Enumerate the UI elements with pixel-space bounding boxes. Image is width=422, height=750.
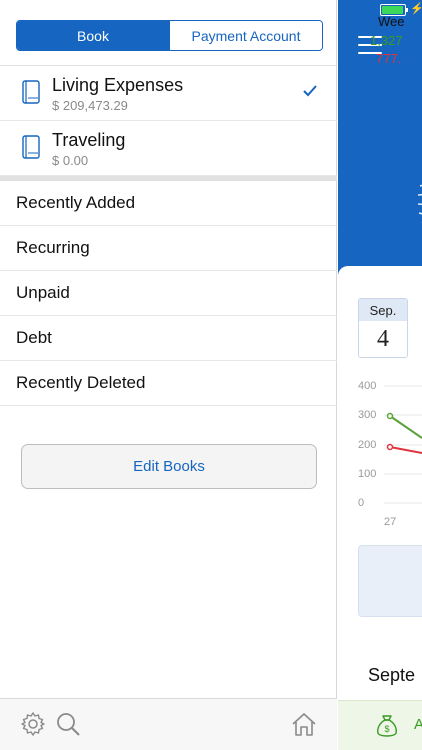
- date-month: Sep.: [359, 299, 407, 321]
- segment-payment-account[interactable]: Payment Account: [169, 21, 322, 50]
- menu-item-unpaid[interactable]: Unpaid: [0, 271, 337, 316]
- checkmark-icon: [303, 85, 317, 97]
- book-icon: [22, 80, 40, 104]
- date-tile[interactable]: Sep. 4: [358, 298, 408, 358]
- book-amount: $ 0.00: [52, 153, 89, 168]
- home-icon[interactable]: [291, 711, 317, 737]
- book-row-living-expenses[interactable]: Living Expenses $ 209,473.29: [0, 66, 337, 121]
- month-title: Septe: [368, 665, 416, 685]
- charging-icon: ⚡: [410, 3, 422, 15]
- book-icon: [22, 135, 40, 159]
- add-transaction-bar[interactable]: $ A: [338, 700, 422, 750]
- income-line: [389, 415, 422, 439]
- date-day: 4: [377, 326, 389, 352]
- book-name: Traveling: [52, 130, 126, 150]
- main-screen: ⚡ Sep. 4 400 300 200 100 0 27 Wee 1,327 …: [338, 0, 422, 750]
- expense-point: [386, 443, 394, 451]
- week-income: 1,327: [370, 33, 403, 48]
- menu-item-recently-added[interactable]: Recently Added: [0, 181, 337, 226]
- book-list: Living Expenses $ 209,473.29 Traveling $…: [0, 65, 337, 176]
- drawer-bottom-bar: [0, 698, 337, 750]
- money-bag-icon: $: [377, 715, 397, 737]
- menu-item-recently-deleted[interactable]: Recently Deleted: [0, 361, 337, 406]
- segment-book[interactable]: Book: [17, 21, 169, 50]
- week-summary[interactable]: [358, 545, 422, 617]
- svg-text:$: $: [384, 724, 389, 734]
- menu-item-recurring[interactable]: Recurring: [0, 226, 337, 271]
- edit-books-button[interactable]: Edit Books: [21, 444, 317, 489]
- search-icon[interactable]: [55, 711, 81, 737]
- week-summary-title: Wee: [378, 14, 405, 29]
- gear-icon[interactable]: [20, 711, 46, 737]
- book-drawer: Book Payment Account Living Expenses $ 2…: [0, 0, 337, 750]
- expense-line: [389, 446, 422, 454]
- add-label: A: [414, 716, 422, 733]
- trend-chart: [384, 385, 422, 504]
- menu-item-debt[interactable]: Debt: [0, 316, 337, 361]
- income-point: [386, 412, 394, 420]
- week-expense: 777.: [376, 51, 402, 66]
- book-amount: $ 209,473.29: [52, 98, 128, 113]
- x-axis-label: 27: [384, 516, 397, 528]
- book-name: Living Expenses: [52, 75, 184, 95]
- drawer-menu: Recently Added Recurring Unpaid Debt Rec…: [0, 181, 337, 406]
- progress-dial-icon: [417, 184, 422, 223]
- book-row-traveling[interactable]: Traveling $ 0.00: [0, 121, 337, 176]
- book-account-segmented-control: Book Payment Account: [16, 20, 323, 51]
